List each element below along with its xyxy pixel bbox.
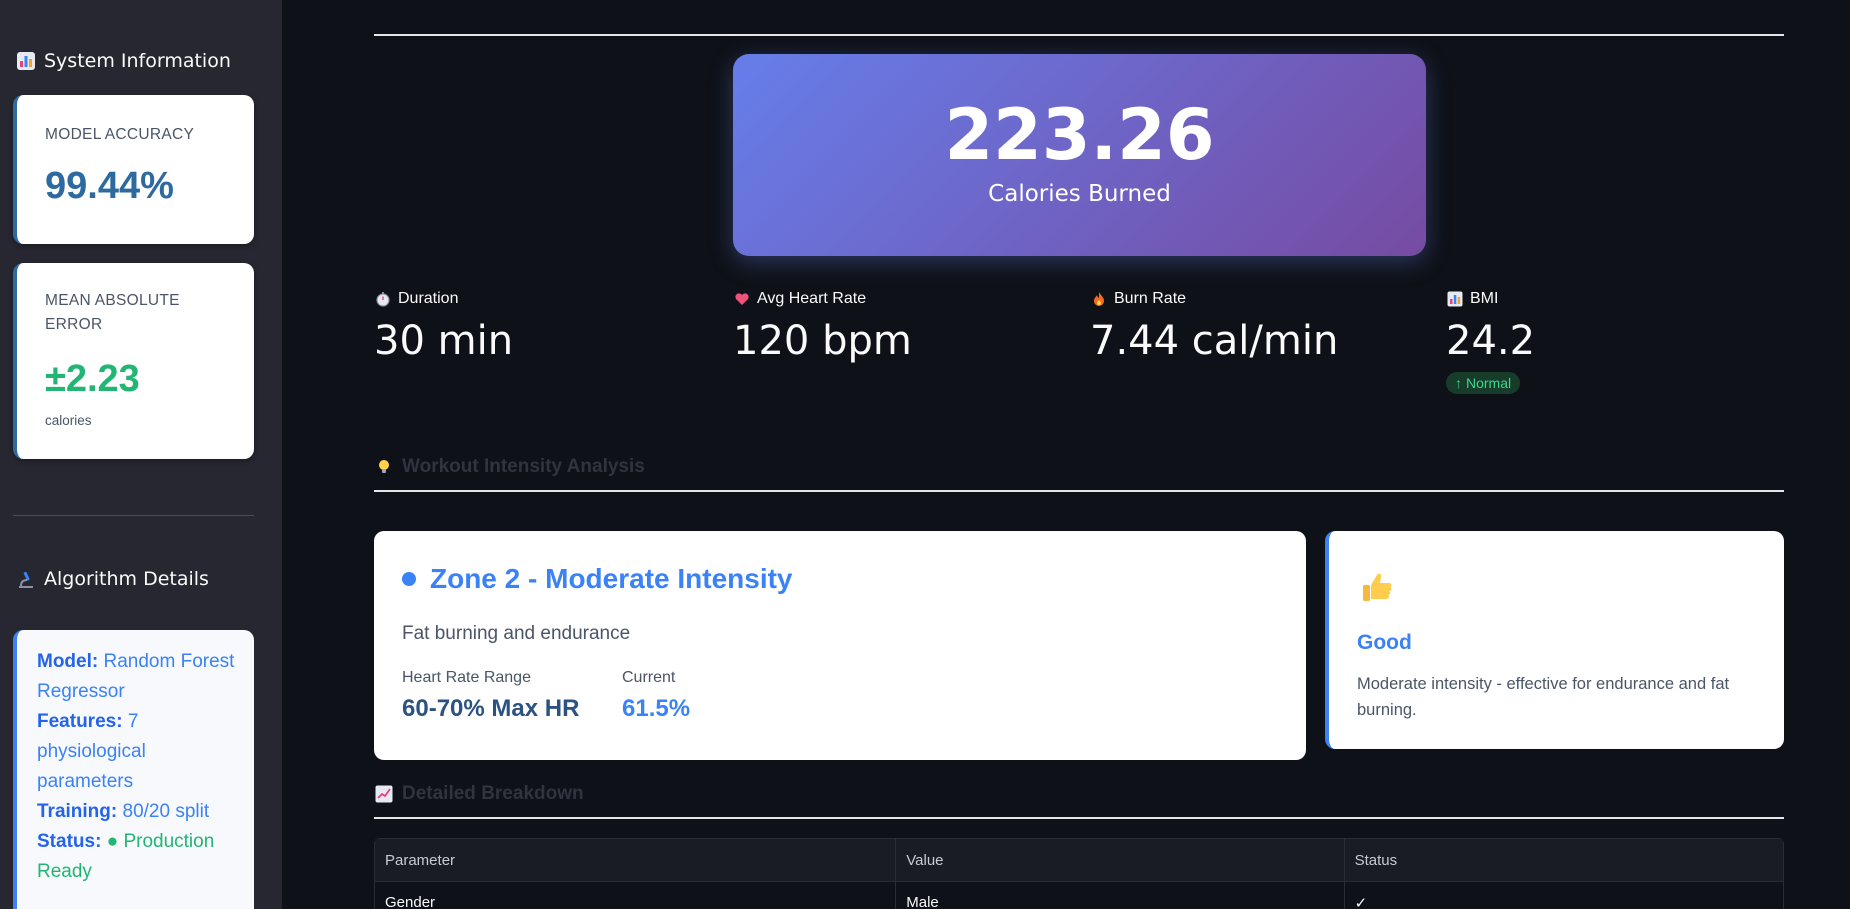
stat-bmi: BMI 24.2 ↑ Normal (1446, 290, 1535, 394)
intensity-section-title: Workout Intensity Analysis (402, 456, 645, 477)
rating-title: Good (1357, 631, 1412, 654)
thumbs-up-icon (1357, 567, 1397, 607)
zone-title: Zone 2 - Moderate Intensity (430, 563, 793, 594)
algorithm-details-body: Model: Random Forest Regressor Features:… (37, 647, 237, 887)
stat-bmi-value: 24.2 (1446, 318, 1536, 364)
model-accuracy-label: MODEL ACCURACY (45, 126, 195, 143)
heart-rate-range: Heart Rate Range 60-70% Max HR (402, 669, 579, 723)
system-information-heading: System Information (16, 50, 231, 72)
rating-description: Moderate intensity - effective for endur… (1357, 675, 1730, 719)
mae-label: MEAN ABSOLUTE ERROR (45, 289, 180, 337)
mae-label-line1: MEAN ABSOLUTE (45, 292, 180, 309)
current-intensity: Current 61.5% (622, 669, 690, 723)
lightbulb-icon (374, 457, 394, 477)
heart-rate-range-value: 60-70% Max HR (402, 695, 580, 722)
calories-hero-card: 223.26 Calories Burned (733, 54, 1426, 256)
model-key: Model: (37, 651, 99, 672)
calories-value: 223.26 (944, 94, 1215, 176)
mae-label-line2: ERROR (45, 316, 103, 333)
status-key: Status: (37, 831, 102, 852)
stopwatch-icon (374, 290, 392, 308)
zone-dot-icon (402, 572, 416, 586)
system-information-title: System Information (44, 50, 231, 72)
arrow-up-icon: ↑ (1455, 375, 1462, 391)
table-header-parameter[interactable]: Parameter (375, 839, 897, 881)
stat-heart-rate: Avg Heart Rate 120 bpm (733, 290, 912, 364)
calories-label: Calories Burned (988, 181, 1171, 207)
table-header-value[interactable]: Value (896, 839, 1345, 881)
stat-burn-rate-label: Burn Rate (1114, 290, 1187, 307)
stat-burn-rate-label-row: Burn Rate (1090, 290, 1338, 308)
fire-icon (1090, 290, 1108, 308)
zone-card: Zone 2 - Moderate Intensity Fat burning … (374, 531, 1306, 760)
table-cell-value: Male (896, 882, 1345, 909)
stat-heart-rate-label: Avg Heart Rate (757, 290, 867, 307)
mae-unit: calories (45, 413, 92, 428)
features-key: Features: (37, 711, 123, 732)
heart-rate-range-label: Heart Rate Range (402, 669, 531, 686)
table-header-row: Parameter Value Status (375, 839, 1783, 881)
model-accuracy-value: 99.44% (45, 165, 174, 207)
heart-icon (733, 290, 751, 308)
bmi-status-badge: ↑ Normal (1446, 372, 1521, 394)
stat-duration-value: 30 min (374, 318, 514, 364)
stat-duration: Duration 30 min (374, 290, 513, 364)
zone-description: Fat burning and endurance (402, 623, 631, 644)
stat-burn-rate-value: 7.44 cal/min (1090, 318, 1339, 364)
algorithm-details-title: Algorithm Details (44, 568, 209, 590)
breakdown-divider (374, 817, 1784, 819)
sidebar-divider (13, 515, 254, 516)
current-label: Current (622, 669, 676, 686)
breakdown-section-heading: Detailed Breakdown (374, 783, 584, 805)
stat-bmi-label-row: BMI (1446, 290, 1535, 308)
stat-heart-rate-label-row: Avg Heart Rate (733, 290, 912, 308)
mae-value: ±2.23 (45, 358, 140, 400)
breakdown-table: Parameter Value Status Gender Male ✓ (374, 838, 1784, 909)
intensity-divider (374, 490, 1784, 492)
stat-heart-rate-value: 120 bpm (733, 318, 912, 364)
table-cell-parameter: Gender (375, 882, 897, 909)
bmi-status-text: Normal (1466, 375, 1512, 391)
breakdown-section-title: Detailed Breakdown (402, 783, 584, 804)
training-value: 80/20 split (122, 801, 210, 822)
main-content: 223.26 Calories Burned Duration 30 min A… (282, 0, 1850, 909)
stat-burn-rate: Burn Rate 7.44 cal/min (1090, 290, 1338, 364)
sidebar: System Information MODEL ACCURACY 99.44%… (0, 0, 282, 909)
training-key: Training: (37, 801, 118, 822)
top-divider (374, 34, 1784, 36)
algorithm-details-card: Model: Random Forest Regressor Features:… (13, 630, 254, 909)
intensity-section-heading: Workout Intensity Analysis (374, 456, 645, 478)
rating-card: Good Moderate intensity - effective for … (1325, 531, 1784, 749)
chart-icon (1446, 290, 1464, 308)
table-cell-status: ✓ (1354, 894, 1368, 909)
bar-chart-icon (16, 51, 36, 71)
algorithm-details-heading: Algorithm Details (16, 568, 209, 590)
table-header-status[interactable]: Status (1345, 839, 1783, 881)
stat-duration-label-row: Duration (374, 290, 513, 308)
stat-duration-label: Duration (398, 290, 459, 307)
stat-bmi-label: BMI (1470, 290, 1499, 307)
table-row[interactable]: Gender Male ✓ (375, 881, 1783, 909)
microscope-icon (16, 569, 36, 589)
mean-absolute-error-card: MEAN ABSOLUTE ERROR ±2.23 calories (13, 263, 254, 459)
model-accuracy-card: MODEL ACCURACY 99.44% (13, 95, 254, 244)
line-chart-icon (374, 784, 394, 804)
current-value: 61.5% (622, 695, 691, 722)
zone-title-row: Zone 2 - Moderate Intensity (402, 563, 793, 595)
